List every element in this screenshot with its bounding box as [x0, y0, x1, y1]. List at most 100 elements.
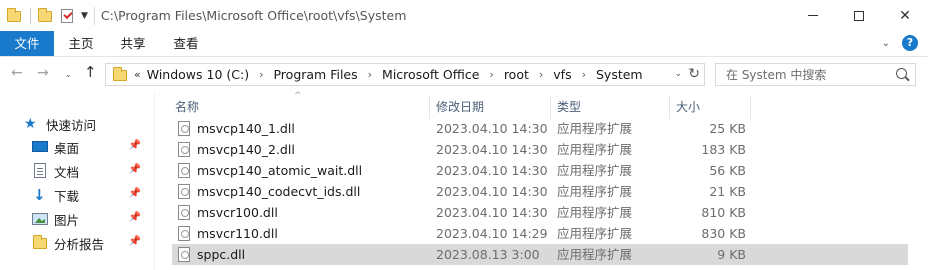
breadcrumb-program-files[interactable]: Program Files	[273, 67, 357, 82]
search-input[interactable]: 在 System 中搜索	[715, 63, 916, 86]
table-row[interactable]: msvcp140_1.dll 2023.04.10 14:30 应用程序扩展 2…	[172, 118, 908, 139]
star-icon: ★	[24, 116, 37, 132]
chevron-right-icon[interactable]: ›	[539, 68, 543, 81]
search-placeholder: 在 System 中搜索	[726, 68, 827, 82]
breadcrumb-vfs[interactable]: vfs	[553, 67, 571, 82]
file-date: 2023.04.10 14:29	[436, 226, 548, 241]
nav-item-label: 分析报告	[54, 236, 105, 252]
nav-item-label: 文档	[54, 164, 80, 180]
file-size: 183 KB	[701, 142, 746, 157]
overflow-chevron-icon[interactable]: «	[134, 68, 141, 81]
chevron-right-icon[interactable]: ›	[259, 68, 263, 81]
close-icon: ✕	[899, 7, 911, 24]
table-row[interactable]: msvcr110.dll 2023.04.10 14:29 应用程序扩展 830…	[172, 223, 908, 244]
file-date: 2023.08.13 3:00	[436, 247, 540, 262]
address-bar[interactable]: « Windows 10 (C:) › Program Files › Micr…	[105, 63, 705, 86]
file-name: msvcp140_2.dll	[197, 142, 295, 157]
file-type: 应用程序扩展	[557, 163, 633, 178]
dll-file-icon	[178, 247, 190, 262]
table-row-selected[interactable]: sppc.dll 2023.08.13 3:00 应用程序扩展 9 KB	[172, 244, 908, 265]
file-date: 2023.04.10 14:30	[436, 121, 548, 136]
pin-icon: 📌	[128, 212, 141, 223]
chevron-right-icon[interactable]: ›	[489, 68, 493, 81]
desktop-icon	[32, 139, 48, 155]
dll-file-icon	[178, 142, 190, 157]
navigation-pane: ★ 快速访问 桌面 📌 文档 📌 ↓ 下载 📌 图片 📌 分析报告 📌	[0, 93, 155, 270]
nav-item-label: 下载	[54, 188, 80, 204]
file-type: 应用程序扩展	[557, 226, 633, 241]
column-header-type[interactable]: 类型	[551, 93, 669, 121]
search-icon	[896, 68, 907, 79]
expand-ribbon-icon[interactable]: ⌄	[882, 38, 890, 49]
address-dropdown-icon[interactable]: ⌄	[674, 69, 682, 79]
file-type: 应用程序扩展	[557, 184, 633, 199]
quick-access-toolbar: ▼ C:\Program Files\Microsoft Office\root…	[0, 0, 406, 31]
maximize-button[interactable]	[836, 0, 882, 31]
column-header-name[interactable]: 名称	[169, 93, 429, 121]
up-arrow-icon[interactable]: ↑	[84, 63, 97, 81]
recent-locations-dropdown-icon[interactable]: ⌄	[65, 70, 72, 79]
pin-icon: 📌	[128, 236, 141, 247]
file-size: 9 KB	[717, 247, 746, 262]
file-name: msvcp140_1.dll	[197, 121, 295, 136]
file-name: msvcr110.dll	[197, 226, 278, 241]
title-divider	[93, 6, 95, 25]
file-name: sppc.dll	[197, 247, 246, 262]
document-icon	[32, 163, 48, 179]
nav-item-quick-access[interactable]: ★ 快速访问	[24, 113, 172, 135]
forward-arrow-icon[interactable]: →	[37, 65, 49, 81]
toolbar-divider	[30, 7, 31, 24]
breadcrumb-root[interactable]: root	[504, 67, 529, 82]
nav-item-label: 桌面	[54, 140, 80, 156]
column-header-size[interactable]: 大小	[670, 93, 750, 121]
file-date: 2023.04.10 14:30	[436, 205, 548, 220]
window-controls: ✕	[790, 0, 928, 31]
file-size: 21 KB	[709, 184, 746, 199]
chevron-right-icon[interactable]: ›	[368, 68, 372, 81]
breadcrumb-system[interactable]: System	[596, 67, 643, 82]
window-title: C:\Program Files\Microsoft Office\root\v…	[100, 8, 407, 23]
dll-file-icon	[178, 121, 190, 136]
refresh-icon[interactable]: ↻	[688, 66, 700, 82]
tab-share[interactable]: 共享	[110, 31, 156, 56]
dll-file-icon	[178, 205, 190, 220]
table-row[interactable]: msvcp140_2.dll 2023.04.10 14:30 应用程序扩展 1…	[172, 139, 908, 160]
file-size: 810 KB	[701, 205, 746, 220]
folder-icon	[112, 66, 128, 83]
chevron-right-icon[interactable]: ›	[582, 68, 586, 81]
tab-home[interactable]: 主页	[58, 31, 104, 56]
back-arrow-icon[interactable]: ←	[11, 65, 23, 81]
tab-view[interactable]: 查看	[163, 31, 209, 56]
file-date: 2023.04.10 14:30	[436, 142, 548, 157]
nav-item-label: 快速访问	[46, 117, 97, 133]
pane-divider[interactable]	[154, 93, 155, 270]
maximize-icon	[854, 10, 864, 21]
help-icon[interactable]: ?	[902, 35, 918, 51]
customize-toolbar-dropdown-icon[interactable]: ▼	[81, 11, 88, 21]
minimize-button[interactable]	[790, 0, 836, 31]
pin-icon: 📌	[128, 164, 141, 175]
file-type: 应用程序扩展	[557, 247, 633, 262]
pin-icon: 📌	[128, 188, 141, 199]
minimize-icon	[808, 15, 818, 16]
file-size: 56 KB	[709, 163, 746, 178]
file-list: ^ 名称 修改日期 类型 大小 msvcp140_1.dll 2023.04.1…	[156, 91, 928, 270]
folder-icon	[6, 7, 22, 24]
properties-icon[interactable]	[59, 8, 75, 24]
dll-file-icon	[178, 226, 190, 241]
pin-icon: 📌	[128, 140, 141, 151]
ribbon-tabs: 文件 主页 共享 查看 ⌄ ?	[0, 31, 928, 57]
column-header-date[interactable]: 修改日期	[430, 93, 550, 121]
breadcrumb-microsoft-office[interactable]: Microsoft Office	[382, 67, 479, 82]
new-folder-icon[interactable]	[37, 7, 53, 24]
table-row[interactable]: msvcp140_atomic_wait.dll 2023.04.10 14:3…	[172, 160, 908, 181]
file-size: 25 KB	[709, 121, 746, 136]
table-row[interactable]: msvcp140_codecvt_ids.dll 2023.04.10 14:3…	[172, 181, 908, 202]
folder-icon	[32, 235, 48, 251]
tab-file[interactable]: 文件	[0, 31, 54, 56]
column-divider[interactable]	[750, 95, 751, 119]
title-bar: ▼ C:\Program Files\Microsoft Office\root…	[0, 0, 928, 31]
breadcrumb-drive[interactable]: Windows 10 (C:)	[147, 67, 249, 82]
close-button[interactable]: ✕	[882, 0, 928, 31]
table-row[interactable]: msvcr100.dll 2023.04.10 14:30 应用程序扩展 810…	[172, 202, 908, 223]
